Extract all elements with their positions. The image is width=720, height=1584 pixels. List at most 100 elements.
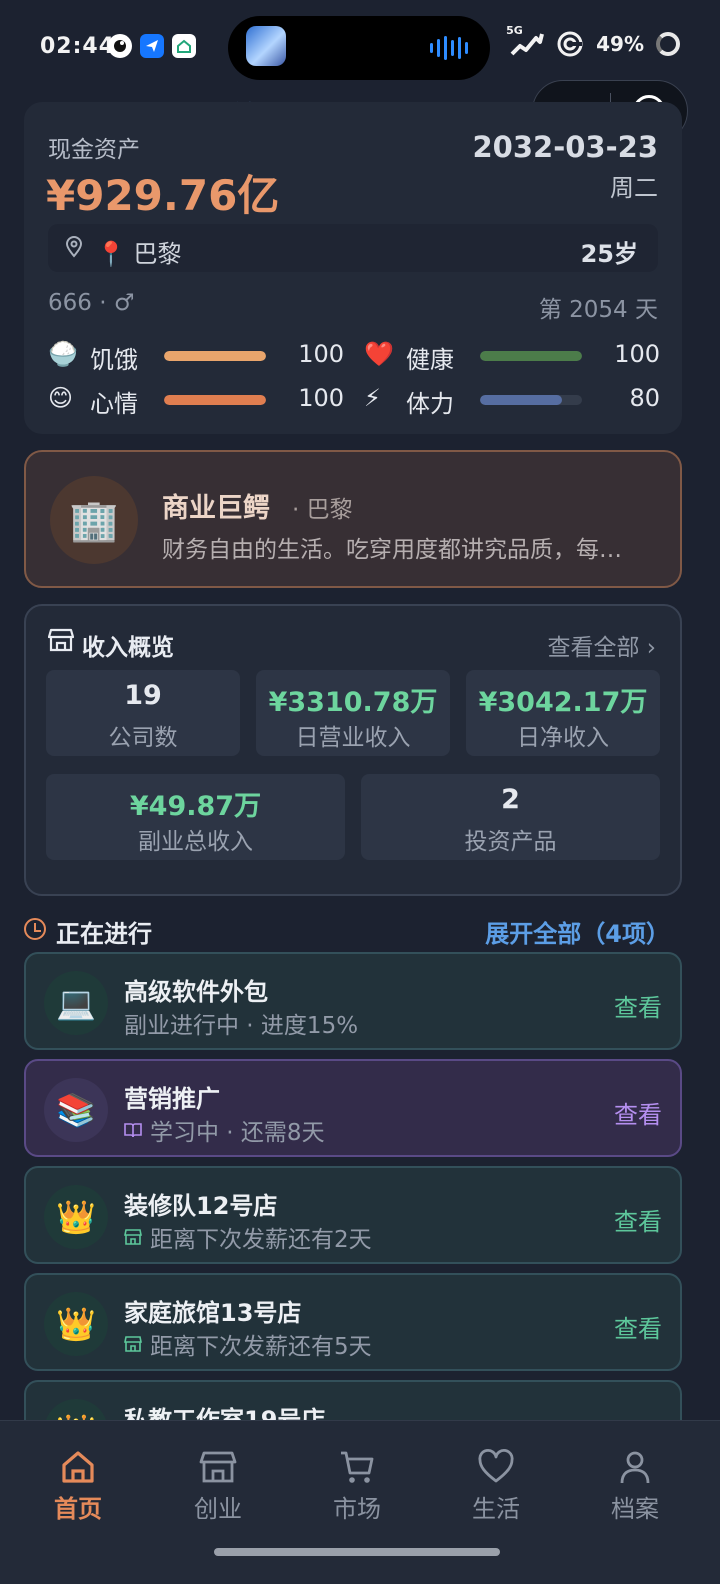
tile-value: ¥3310.78万 xyxy=(268,687,438,718)
task-status: 距离下次发薪还有5天 xyxy=(124,1327,372,1361)
game-weekday: 周二 xyxy=(610,174,658,202)
tab-label: 档案 xyxy=(611,1495,659,1523)
tab-life[interactable]: 生活 xyxy=(446,1447,546,1524)
status-time: 02:44 xyxy=(40,34,116,59)
tile-daily-revenue[interactable]: ¥3310.78万 日营业收入 xyxy=(256,670,450,756)
tab-market[interactable]: 市场 xyxy=(307,1447,407,1524)
ongoing-header: 正在进行 展开全部（4项） xyxy=(24,912,682,948)
store-icon xyxy=(199,1451,237,1483)
career-card[interactable]: 🏢 商业巨鳄 · 巴黎 财务自由的生活。吃穿用度都讲究品质，每… xyxy=(24,450,682,588)
cash-assets-value: ¥929.76亿 xyxy=(46,171,280,220)
tile-value: 19 xyxy=(124,680,162,711)
lightning-icon: ⚡ xyxy=(364,384,381,412)
location-row[interactable]: 📍 巴黎 25岁 xyxy=(48,224,658,272)
stat-label: 饥饿 xyxy=(90,346,138,374)
stat-label: 体力 xyxy=(406,390,454,418)
task-name: 营销推广 xyxy=(124,1085,220,1113)
tile-value: 2 xyxy=(501,784,520,815)
tab-label: 生活 xyxy=(472,1495,520,1523)
music-app-icon xyxy=(108,34,132,58)
battery-percent: 49% xyxy=(596,32,644,56)
task-item[interactable]: 💻 高级软件外包 副业进行中 · 进度15% 查看 xyxy=(24,952,682,1050)
career-description: 财务自由的生活。吃穿用度都讲究品质，每… xyxy=(162,537,622,563)
task-item[interactable]: 👑 家庭旅馆13号店 距离下次发薪还有5天 查看 xyxy=(24,1273,682,1371)
crown-icon: 👑 xyxy=(44,1185,108,1249)
stat-hunger: 🍚 饥饿 100 xyxy=(48,336,344,376)
tile-label: 投资产品 xyxy=(464,829,557,855)
tile-daily-net-income[interactable]: ¥3042.17万 日净收入 xyxy=(466,670,660,756)
view-button[interactable]: 查看 xyxy=(614,1309,662,1344)
dynamic-island xyxy=(228,16,490,80)
home-app-icon xyxy=(172,34,196,58)
career-title: 商业巨鳄 xyxy=(162,493,270,524)
office-building-icon: 🏢 xyxy=(50,476,138,564)
day-counter: 第 2054 天 xyxy=(538,297,658,323)
expand-all-link[interactable]: 展开全部（4项） xyxy=(485,914,670,949)
career-location: · 巴黎 xyxy=(292,497,353,523)
stat-bar xyxy=(164,395,266,405)
stat-bar xyxy=(480,351,582,361)
stat-value: 100 xyxy=(298,340,344,368)
tab-home[interactable]: 首页 xyxy=(28,1447,128,1524)
status-indicators: 5G 49% xyxy=(506,24,680,58)
tile-label: 日净收入 xyxy=(517,725,609,751)
now-playing-artwork xyxy=(246,26,286,66)
person-icon xyxy=(620,1451,650,1484)
task-status: 学习中 · 还需8天 xyxy=(124,1113,325,1147)
task-status-text: 距离下次发薪还有5天 xyxy=(150,1334,372,1360)
tab-profile[interactable]: 档案 xyxy=(585,1447,685,1524)
view-button[interactable]: 查看 xyxy=(614,988,662,1023)
stat-health: ❤️ 健康 100 xyxy=(364,336,660,376)
stat-bar xyxy=(164,351,266,361)
bottom-tab-bar: 首页 创业 市场 生活 档案 xyxy=(0,1420,720,1584)
task-status: 副业进行中 · 进度15% xyxy=(124,1006,358,1040)
home-icon xyxy=(62,1451,94,1483)
task-item[interactable]: 👑 装修队12号店 距离下次发薪还有2天 查看 xyxy=(24,1166,682,1264)
view-all-link[interactable]: 查看全部 › xyxy=(547,628,656,662)
task-name: 装修队12号店 xyxy=(124,1192,278,1220)
tab-label: 市场 xyxy=(333,1495,381,1523)
stat-bar xyxy=(480,395,582,405)
age: 25岁 xyxy=(580,240,638,268)
audio-wave-icon xyxy=(430,36,468,60)
tile-investment-products[interactable]: 2 投资产品 xyxy=(361,774,660,860)
stat-value: 100 xyxy=(614,340,660,368)
shop-icon xyxy=(124,1229,142,1245)
rice-icon: 🍚 xyxy=(48,340,78,368)
tile-company-count[interactable]: 19 公司数 xyxy=(46,670,240,756)
stat-stamina: ⚡ 体力 80 xyxy=(364,380,660,420)
books-icon: 📚 xyxy=(44,1078,108,1142)
asset-card: 现金资产 ¥929.76亿 2032-03-23 周二 📍 巴黎 25岁 666… xyxy=(24,102,682,434)
tile-label: 日营业收入 xyxy=(295,725,411,751)
open-book-icon xyxy=(124,1123,142,1138)
tab-startup[interactable]: 创业 xyxy=(168,1447,268,1524)
signal-icon: 5G xyxy=(506,24,545,58)
stat-label: 健康 xyxy=(406,346,454,374)
view-button[interactable]: 查看 xyxy=(614,1202,662,1237)
heart-icon: ❤️ xyxy=(364,340,394,368)
status-app-icons xyxy=(108,34,196,58)
tab-label: 首页 xyxy=(54,1495,102,1523)
task-status: 距离下次发薪还有2天 xyxy=(124,1220,372,1254)
crown-icon: 👑 xyxy=(44,1292,108,1356)
stat-value: 100 xyxy=(298,384,344,412)
shop-icon xyxy=(124,1336,142,1352)
task-status-text: 副业进行中 · 进度15% xyxy=(124,1013,359,1039)
home-indicator xyxy=(214,1548,500,1556)
hotspot-icon xyxy=(557,31,583,57)
task-item[interactable]: 📚 营销推广 学习中 · 还需8天 查看 xyxy=(24,1059,682,1157)
tile-value: ¥3042.17万 xyxy=(478,687,648,718)
tile-value: ¥49.87万 xyxy=(129,791,262,822)
clock-icon xyxy=(24,918,46,940)
task-status-text: 学习中 · 还需8天 xyxy=(150,1120,325,1146)
heart-icon xyxy=(478,1448,514,1483)
view-button[interactable]: 查看 xyxy=(614,1095,662,1130)
tab-label: 创业 xyxy=(194,1495,242,1523)
game-date: 2032-03-23 xyxy=(472,130,659,164)
stat-value: 80 xyxy=(629,384,660,412)
task-name: 家庭旅馆13号店 xyxy=(124,1299,302,1327)
tile-side-income[interactable]: ¥49.87万 副业总收入 xyxy=(46,774,345,860)
player-id-gender: 666 · ♂ xyxy=(48,290,135,316)
location-text: 📍 巴黎 xyxy=(96,240,182,268)
location-pin-icon xyxy=(65,236,83,258)
